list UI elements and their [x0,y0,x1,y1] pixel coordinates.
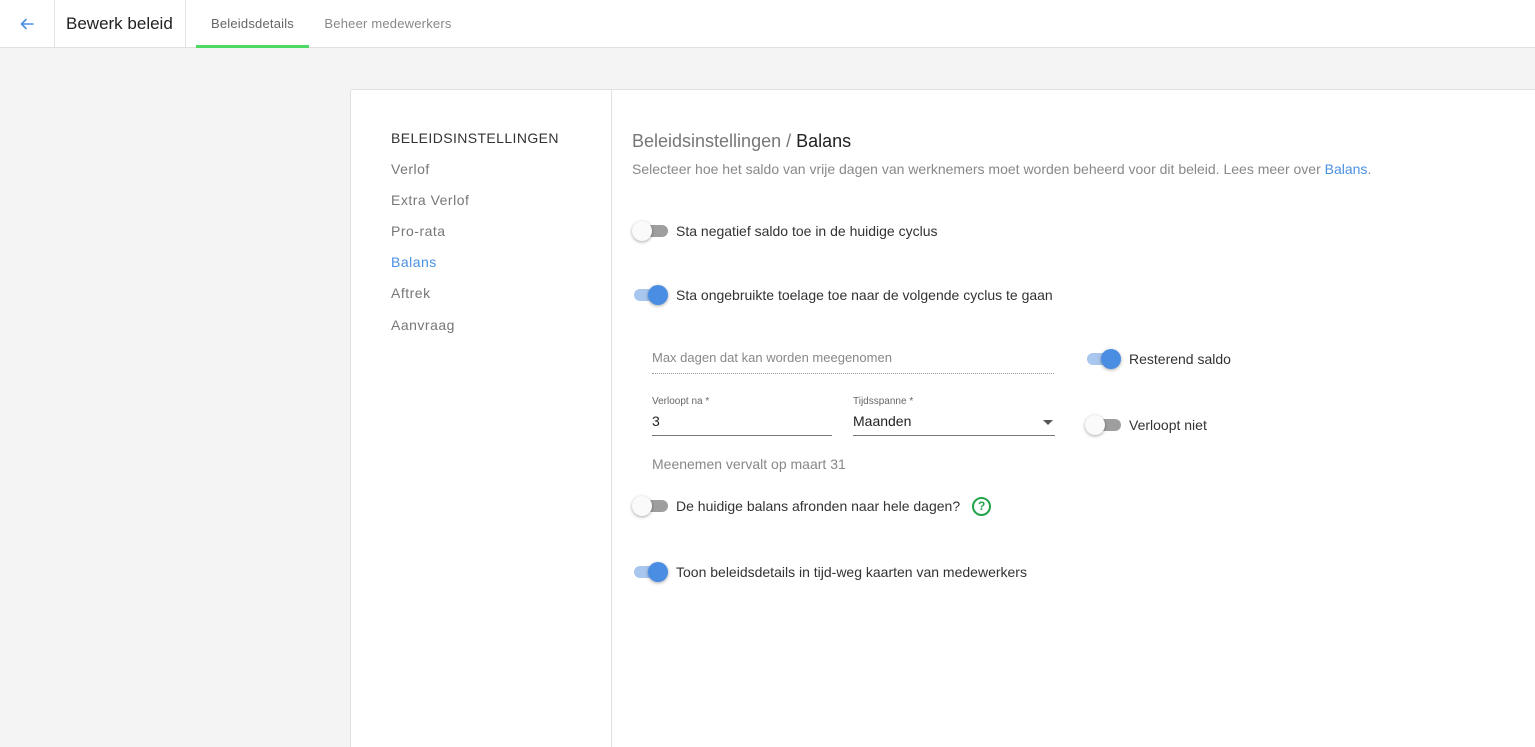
balans-link[interactable]: Balans [1325,161,1368,177]
remaining-balance-label: Resterend saldo [1129,351,1231,367]
remaining-balance-row: Resterend saldo [1085,349,1231,369]
balance-settings: Beleidsinstellingen / Balans Selecteer h… [632,90,1532,747]
negative-balance-row: Sta negatief saldo toe in de huidige cyc… [632,221,938,241]
sidebar-item-verlof[interactable]: Verlof [391,161,430,177]
carry-over-label: Sta ongebruikte toelage toe naar de volg… [676,287,1053,303]
section-title: Beleidsinstellingen / Balans [632,131,851,152]
question-circle-icon[interactable]: ? [972,496,992,516]
sidebar-item-extra-verlof[interactable]: Extra Verlof [391,192,469,208]
timespan-select[interactable]: Maanden [853,408,1055,436]
remaining-balance-toggle[interactable] [1085,349,1121,369]
caret-down-icon [1043,420,1053,425]
timespan-label: Tijdsspanne * [853,396,914,407]
divider [185,0,186,48]
timespan-value: Maanden [853,413,912,429]
show-details-toggle[interactable] [632,562,668,582]
breadcrumb-parent: Beleidsinstellingen [632,131,782,151]
never-expires-row: Verloopt niet [1085,415,1207,435]
sidebar-item-aftrek[interactable]: Aftrek [391,285,431,301]
tab-manage-employees[interactable]: Beheer medewerkers [312,0,464,48]
description-end: . [1367,161,1372,177]
expires-after-input[interactable]: 3 [652,408,832,436]
round-balance-row: De huidige balans afronden naar hele dag… [632,496,992,516]
settings-card: BELEIDSINSTELLINGEN Verlof Extra Verlof … [350,89,1535,747]
sidebar-heading: BELEIDSINSTELLINGEN [391,130,559,146]
settings-sidebar: BELEIDSINSTELLINGEN Verlof Extra Verlof … [351,90,612,747]
breadcrumb-current: Balans [796,131,852,151]
top-bar: Bewerk beleid Beleidsdetails Beheer mede… [0,0,1535,48]
back-button[interactable] [0,0,55,48]
tab-policy-details[interactable]: Beleidsdetails [196,0,309,48]
breadcrumb-separator: / [781,131,797,151]
expires-after-label: Verloopt na * [652,396,710,407]
section-description: Selecteer hoe het saldo van vrije dagen … [632,161,1371,177]
round-balance-label: De huidige balans afronden naar hele dag… [676,498,961,514]
description-text: Selecteer hoe het saldo van vrije dagen … [632,161,1325,177]
arrow-left-icon [20,18,34,30]
never-expires-toggle[interactable] [1085,415,1121,435]
page-title: Bewerk beleid [66,14,173,33]
carryover-expiry-note: Meenemen vervalt op maart 31 [652,456,846,472]
negative-balance-toggle[interactable] [632,221,668,241]
negative-balance-label: Sta negatief saldo toe in de huidige cyc… [676,223,938,239]
round-balance-toggle[interactable] [632,496,668,516]
carry-over-toggle[interactable] [632,285,668,305]
show-details-row: Toon beleidsdetails in tijd-weg kaarten … [632,562,1027,582]
never-expires-label: Verloopt niet [1129,417,1207,433]
sidebar-item-balans[interactable]: Balans [391,254,437,270]
show-details-label: Toon beleidsdetails in tijd-weg kaarten … [676,564,1027,580]
max-days-field[interactable]: Max dagen dat kan worden meegenomen [652,346,1054,374]
carry-over-row: Sta ongebruikte toelage toe naar de volg… [632,285,1053,305]
sidebar-item-pro-rata[interactable]: Pro-rata [391,223,446,239]
sidebar-item-aanvraag[interactable]: Aanvraag [391,317,455,333]
